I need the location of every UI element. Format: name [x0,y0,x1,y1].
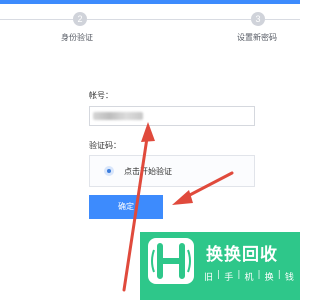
step-connector-right [265,19,300,20]
brand-sub-separator: | [217,270,221,280]
step-connector-left [0,19,73,20]
step-2-label: 身份验证 [61,33,93,42]
account-label: 帐号： [89,91,113,100]
h-logo-glyph [151,243,191,279]
brand-sub-separator: | [257,270,261,280]
brand-sub-char: 手 [224,273,234,283]
brand-watermark: 换换回收 旧 | 手 | 机 | 换 | 钱 [140,232,300,300]
captcha-button-label: 点击开始验证 [124,167,172,176]
brand-sub-char: 钱 [284,273,294,283]
masked-account-value [93,112,143,120]
step-2-badge: 2 [73,12,87,26]
brand-sub-char: 旧 [204,273,214,283]
step-3-badge: 3 [251,12,265,26]
step-connector-middle [87,19,251,20]
brand-sub-separator: | [237,270,241,280]
radio-dot-core [107,169,111,173]
step-3-label: 设置新密码 [237,33,277,42]
brand-title: 换换回收 [206,245,278,265]
brand-subtitle: 旧 | 手 | 机 | 换 | 钱 [204,270,294,283]
h-logo-icon [148,238,194,284]
brand-sub-char: 换 [264,273,274,283]
brand-sub-char: 机 [244,273,254,283]
captcha-label: 验证码： [89,141,121,150]
brand-sub-separator: | [277,270,281,280]
top-progress-bar [0,0,300,4]
radio-dot-icon [104,166,114,176]
confirm-button[interactable]: 确定 [89,195,163,219]
captcha-verify-button[interactable]: 点击开始验证 [89,155,255,187]
